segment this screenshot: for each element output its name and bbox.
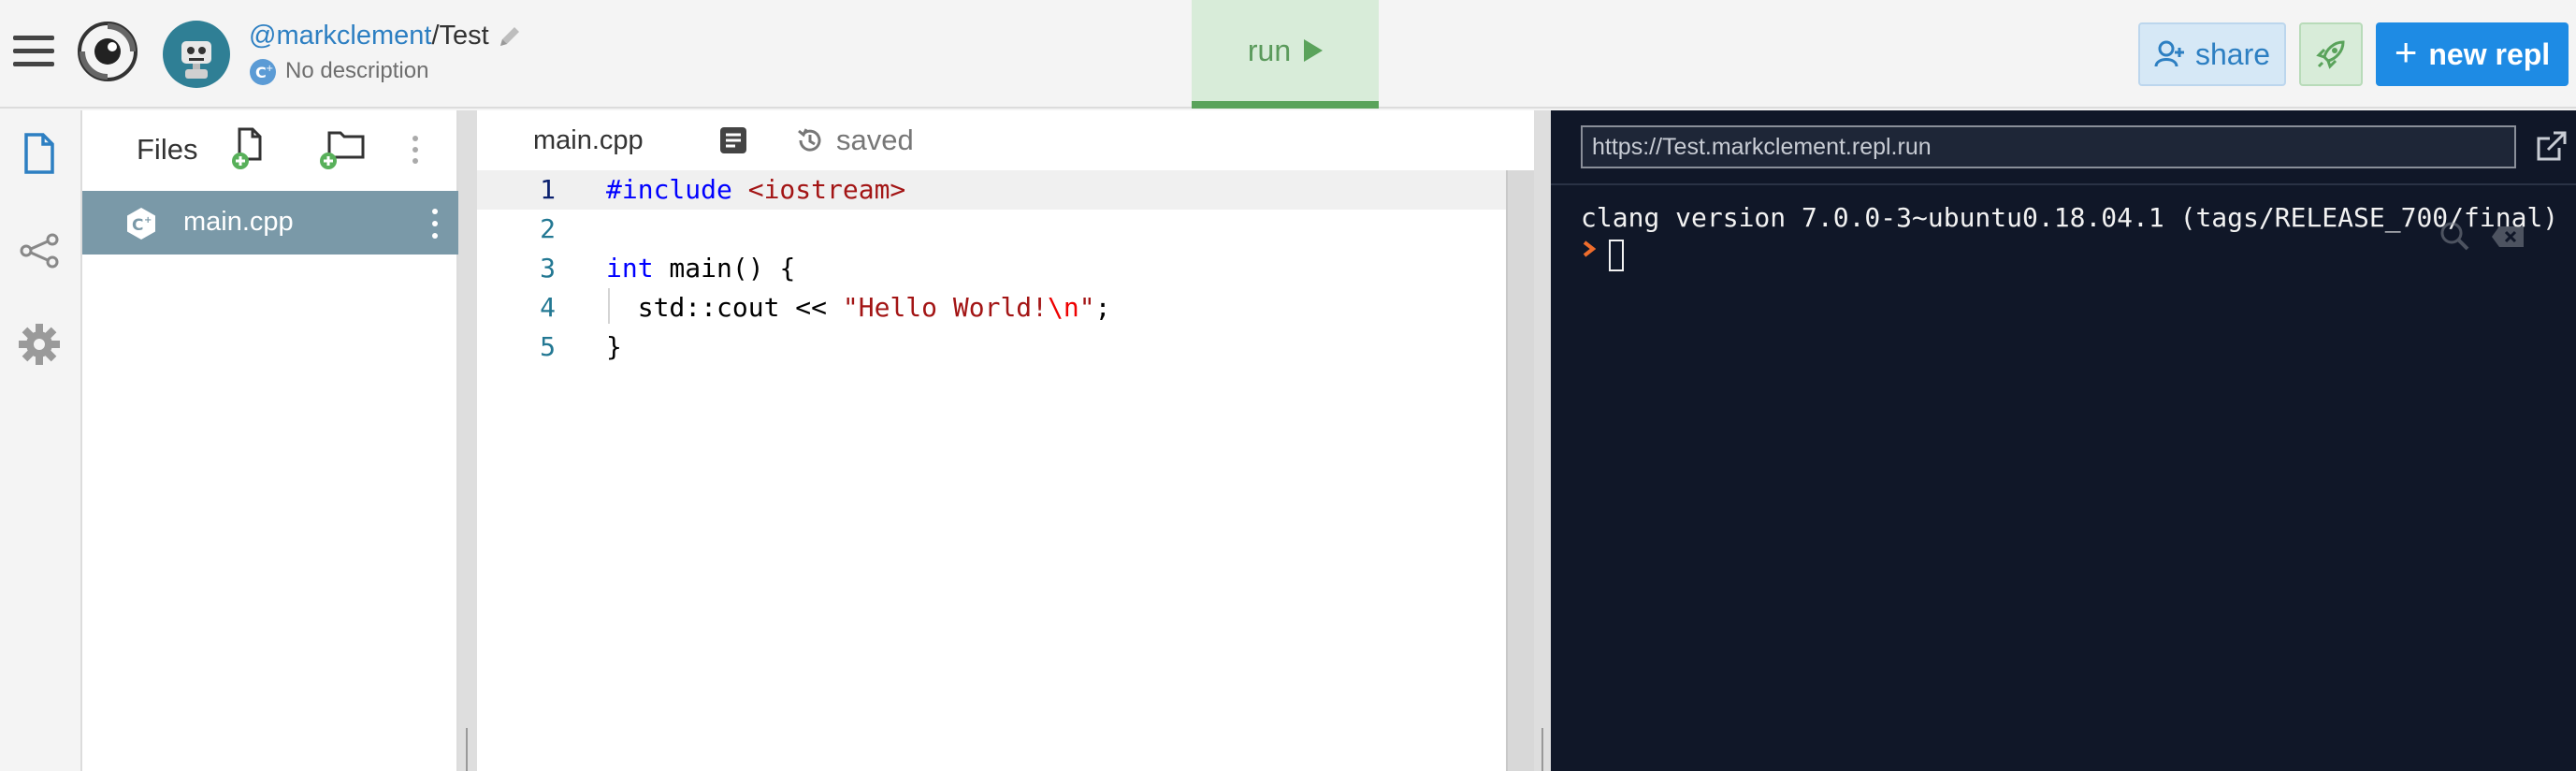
- rocket-icon: [2316, 40, 2345, 69]
- clear-console-icon[interactable]: [2490, 225, 2525, 249]
- code-token: }: [606, 331, 622, 362]
- console-cursor[interactable]: [1609, 240, 1624, 271]
- editor-tab-bar: main.cpp saved: [477, 110, 1534, 170]
- line-source: }: [606, 327, 622, 367]
- code-token: std::cout <<: [606, 292, 843, 323]
- file-menu-icon[interactable]: [428, 206, 441, 241]
- repl-ide: @markclement/Test C + No description run…: [0, 0, 2576, 771]
- file-icon[interactable]: [17, 131, 62, 176]
- share-label: share: [2194, 36, 2271, 71]
- repl-owner-link[interactable]: @markclement: [249, 21, 431, 51]
- code-token: \n: [1048, 292, 1079, 323]
- history-icon: [798, 128, 821, 152]
- avatar[interactable]: [163, 21, 230, 88]
- editor-scrollbar[interactable]: [1506, 170, 1534, 771]
- code-token: ": [1078, 292, 1095, 323]
- repl-url-field[interactable]: https://Test.markclement.repl.run: [1581, 125, 2516, 168]
- gear-icon[interactable]: [17, 322, 62, 367]
- line-number: 1: [540, 174, 556, 205]
- code-token: <iostream>: [747, 174, 906, 205]
- code-editor: main.cpp saved 1 #include <iostream> 2 3 int…: [477, 110, 1534, 771]
- new-repl-label: new repl: [2428, 36, 2551, 71]
- svg-text:C: C: [132, 216, 143, 235]
- svg-text:+: +: [266, 64, 273, 74]
- editor-tab-main-cpp[interactable]: main.cpp: [533, 125, 644, 156]
- code-line[interactable]: 5}: [477, 327, 1506, 367]
- code-line[interactable]: 4 std::cout << "Hello World!\n";: [477, 288, 1506, 327]
- repl-description[interactable]: No description: [285, 58, 428, 84]
- file-name: main.cpp: [183, 207, 294, 237]
- run-button[interactable]: run: [1192, 0, 1379, 109]
- code-token: int: [606, 253, 654, 284]
- top-bar: @markclement/Test C + No description run…: [0, 0, 2576, 109]
- repl-logo-icon[interactable]: [77, 21, 138, 82]
- prompt-chevron-icon: [1583, 240, 1596, 257]
- new-repl-button[interactable]: + new repl: [2376, 22, 2569, 86]
- files-title: Files: [137, 133, 198, 166]
- line-source: #include <iostream>: [606, 170, 905, 210]
- console-resizer[interactable]: [1534, 110, 1551, 771]
- add-folder-icon[interactable]: [316, 125, 372, 172]
- code-token: "Hello World!: [842, 292, 1049, 323]
- search-icon[interactable]: [2438, 219, 2471, 253]
- external-link-icon[interactable]: [2533, 127, 2570, 165]
- code-line[interactable]: 3 int main() {: [477, 249, 1506, 288]
- add-user-icon: [2154, 40, 2184, 67]
- deploy-button[interactable]: [2299, 22, 2363, 86]
- pencil-icon[interactable]: [496, 22, 524, 51]
- line-number: 5: [540, 331, 556, 362]
- share-nodes-icon[interactable]: [17, 228, 62, 273]
- title-separator: /: [431, 21, 440, 51]
- code-area[interactable]: 1 #include <iostream> 2 3 int main() {4 std:…: [477, 170, 1506, 771]
- svg-text:+: +: [144, 215, 152, 225]
- save-status-label: saved: [836, 124, 914, 156]
- console-output: clang version 7.0.0-3~ubuntu0.18.04.1 (t…: [1581, 202, 2559, 233]
- line-number: 2: [540, 213, 556, 244]
- share-button[interactable]: share: [2138, 22, 2286, 86]
- repl-title: @markclement/Test: [249, 21, 489, 51]
- add-file-icon[interactable]: [228, 125, 275, 172]
- sidebar-rail: [0, 110, 82, 771]
- plus-icon: +: [2394, 30, 2418, 74]
- code-line[interactable]: 1 #include <iostream>: [477, 170, 1506, 210]
- run-label: run: [1247, 33, 1292, 67]
- files-panel: Files C + main.cpp: [82, 110, 458, 771]
- line-number: 4: [540, 292, 556, 323]
- format-icon[interactable]: [718, 125, 748, 155]
- play-icon: [1304, 39, 1324, 62]
- hamburger-icon[interactable]: [13, 36, 54, 69]
- cpp-file-icon: C +: [127, 208, 155, 240]
- code-token: ;: [1094, 292, 1111, 323]
- files-header: Files: [82, 110, 458, 187]
- panel-resizer[interactable]: [458, 110, 477, 771]
- cpp-language-icon: C +: [250, 59, 276, 85]
- console-panel: https://Test.markclement.repl.run clang …: [1551, 110, 2576, 771]
- code-token: #include: [606, 174, 748, 205]
- code-token: main() {: [653, 253, 796, 284]
- svg-text:C: C: [255, 64, 267, 81]
- code-line[interactable]: 2: [477, 210, 1506, 249]
- more-options-icon[interactable]: [406, 131, 425, 168]
- file-item-main-cpp[interactable]: C + main.cpp: [82, 191, 458, 255]
- line-source: std::cout << "Hello World!\n";: [606, 288, 1111, 327]
- repl-name[interactable]: Test: [440, 21, 489, 51]
- save-status: saved: [795, 124, 914, 157]
- line-source: int main() {: [606, 249, 795, 288]
- line-number: 3: [540, 253, 556, 284]
